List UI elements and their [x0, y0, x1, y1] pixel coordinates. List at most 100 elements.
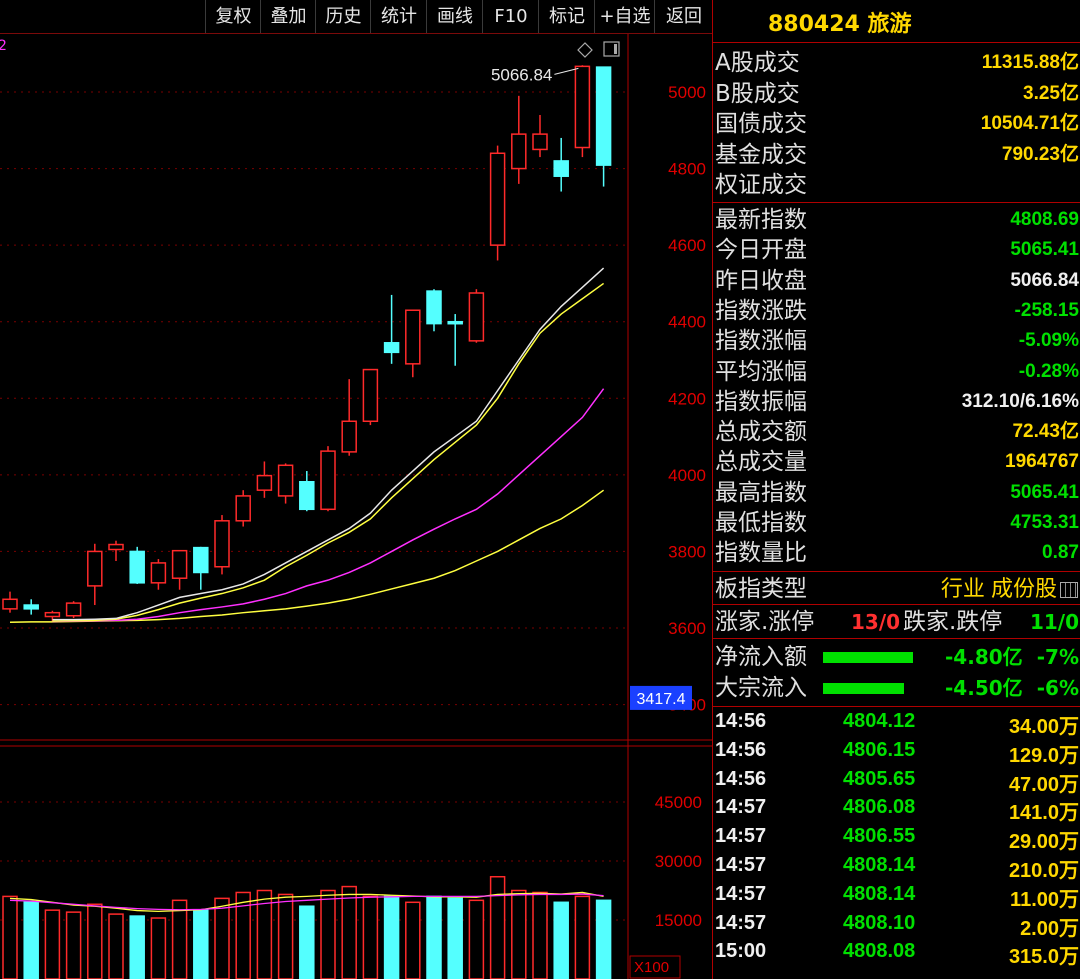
candle-body [468, 292, 485, 342]
sector-type-value: 行业 成份股 [940, 576, 1057, 601]
turnover-row: 权证成交 [713, 170, 1080, 200]
stat-row: 总成交量 1964767 [713, 447, 1080, 477]
stat-row: 最低指数 4753.31 [713, 508, 1080, 538]
price-tick-label: 4000 [668, 466, 706, 485]
tick-row: 14:56 4804.12 34.00万 [713, 710, 1080, 739]
stat-value: 5065.41 [1010, 239, 1079, 261]
tick-volume: 11.00万 [1010, 888, 1079, 911]
tick-row: 14:56 4806.15 129.0万 [713, 739, 1080, 768]
volume-bar [87, 903, 103, 979]
price-tick-label: 4600 [668, 236, 706, 255]
panel-toggle-bar [614, 44, 617, 54]
tick-price: 4806.55 [843, 825, 916, 848]
volume-bar [341, 885, 357, 979]
grid-icon[interactable] [1060, 582, 1078, 598]
toolbar-button-1[interactable]: 叠加 [260, 0, 316, 33]
volume-bar [65, 911, 82, 979]
tick-row: 14:57 4808.14 210.0万 [713, 854, 1080, 883]
tick-time: 14:57 [715, 911, 767, 934]
tick-volume: 47.00万 [1008, 773, 1079, 796]
toolbar-button-5[interactable]: F10 [482, 0, 539, 33]
price-tick-label: 4400 [668, 313, 706, 332]
flow-row: 大宗流入 -4.50亿 -6% [713, 673, 1080, 703]
stat-row: 指数涨幅 -5.09% [713, 326, 1080, 356]
volume-bar [129, 915, 145, 979]
candle-body [405, 309, 421, 365]
flow-label: 净流入额 [715, 644, 807, 670]
toolbar-button-4[interactable]: 画线 [426, 0, 483, 33]
toolbar-button-2[interactable]: 历史 [315, 0, 371, 33]
sector-type-row: 板指类型 行业 成份股 [713, 574, 1080, 604]
toolbar-button-7[interactable]: +自选 [594, 0, 655, 33]
volume-bar [426, 895, 442, 979]
tick-volume: 29.00万 [1008, 831, 1079, 854]
toolbar: 复权 叠加 历史 统计 画线 F10 标记 +自选 返回 [0, 0, 712, 34]
candle-body [277, 464, 294, 497]
flow-value: -4.80亿 [945, 645, 1023, 669]
quote-panel: 880424 旅游 A股成交 11315.88亿 B股成交 3.25亿 国债成交 1050… [712, 0, 1080, 979]
turnover-label: B股成交 [715, 80, 800, 107]
candle-body [595, 66, 612, 166]
candle-body [235, 495, 251, 522]
candle-body [532, 133, 548, 151]
candle-body [553, 160, 569, 177]
flow-bar [823, 683, 904, 694]
panel-divider [713, 604, 1080, 605]
stat-label: 指数振幅 [715, 388, 807, 415]
tick-price: 4806.08 [843, 796, 916, 819]
price-tick-label: 4800 [668, 160, 706, 179]
tick-row: 15:00 4808.08 315.0万 [713, 940, 1080, 969]
turnover-row: B股成交 3.25亿 [713, 79, 1080, 109]
volume-bar [2, 895, 18, 979]
stat-label: 指数涨跌 [715, 297, 807, 324]
tick-volume: 2.00万 [1020, 917, 1079, 940]
toolbar-button-3[interactable]: 统计 [370, 0, 427, 33]
up-count-label: 涨家.涨停 [715, 609, 815, 635]
turnover-row: 国债成交 10504.71亿 [713, 109, 1080, 139]
turnover-label: 基金成交 [715, 141, 807, 168]
candle-body [108, 543, 124, 551]
toolbar-button-0[interactable]: 复权 [205, 0, 261, 33]
stat-row: 最新指数 4808.69 [713, 205, 1080, 235]
price-tick-label: 5000 [668, 83, 706, 102]
tick-volume: 34.00万 [1008, 716, 1079, 738]
flow-pct: -6% [1036, 676, 1079, 700]
candle-body [2, 598, 18, 610]
volume-bar [489, 875, 506, 979]
stat-value: 312.10/6.16% [961, 390, 1079, 412]
volume-tick-label: 45000 [655, 793, 702, 812]
candle-body [426, 290, 442, 325]
volume-bar [193, 909, 209, 979]
stat-row: 平均涨幅 -0.28% [713, 357, 1080, 387]
tick-volume: 210.0万 [1008, 860, 1079, 882]
panel-divider [713, 202, 1080, 203]
candle-body [511, 133, 527, 170]
stat-value: 4753.31 [1010, 512, 1079, 533]
toolbar-button-8[interactable]: 返回 [654, 0, 713, 33]
kline-chart[interactable]: 5000480046004400420040003800360034005066… [0, 34, 712, 979]
toolbar-button-6[interactable]: 标记 [538, 0, 595, 33]
stat-label: 总成交量 [715, 449, 807, 476]
tick-price: 4804.12 [843, 710, 916, 732]
tick-time: 15:00 [715, 940, 767, 963]
volume-unit-label: X100 [634, 959, 669, 976]
flow-value: -4.50亿 [945, 676, 1023, 700]
volume-bar [532, 891, 548, 979]
stat-value: 72.43亿 [1012, 421, 1079, 443]
stat-value: 5066.84 [1010, 269, 1079, 291]
panel-divider [713, 706, 1080, 707]
stat-row: 最高指数 5065.41 [713, 478, 1080, 508]
volume-bar [383, 895, 400, 979]
candle-body [129, 550, 145, 584]
turnover-row: A股成交 11315.88亿 [713, 48, 1080, 78]
stat-row: 指数量比 0.87 [713, 538, 1080, 568]
turnover-value: 790.23亿 [1001, 143, 1079, 165]
stat-label: 最新指数 [715, 207, 807, 233]
stat-value: 1964767 [1005, 451, 1079, 473]
candle-body [44, 611, 61, 618]
stat-row: 昨日收盘 5066.84 [713, 266, 1080, 296]
tick-time: 14:57 [715, 882, 767, 905]
volume-bar [595, 899, 612, 979]
volume-tick-label: 30000 [655, 852, 702, 871]
tick-volume: 129.0万 [1008, 744, 1079, 767]
